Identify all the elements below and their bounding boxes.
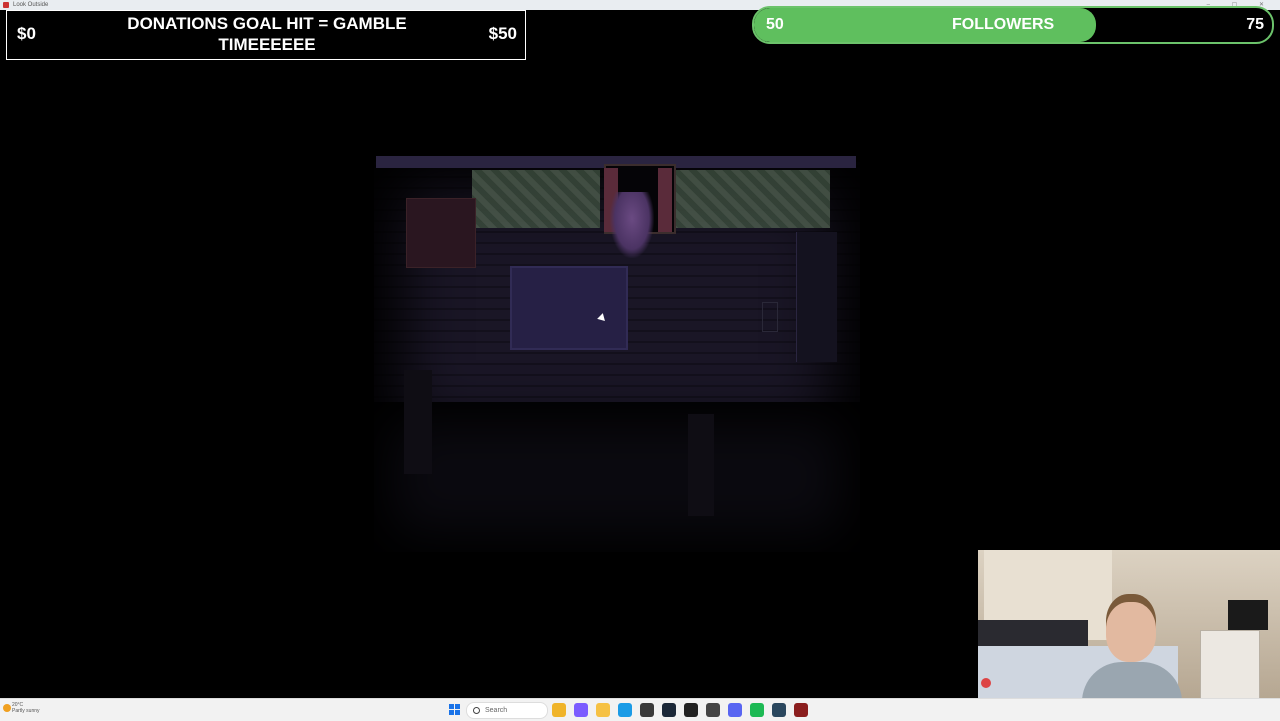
- taskbar-apps: [552, 703, 808, 717]
- window-title: Look Outside: [13, 2, 49, 8]
- terminal-icon[interactable]: [706, 703, 720, 717]
- pillar-left: [404, 370, 432, 474]
- steam-icon[interactable]: [662, 703, 676, 717]
- spotify-icon[interactable]: [750, 703, 764, 717]
- cabinet: [796, 232, 837, 362]
- follower-label: FOLLOWERS: [952, 16, 1055, 33]
- file-explorer-icon[interactable]: [552, 703, 566, 717]
- weather-widget[interactable]: 20°C Partly sunny: [12, 702, 40, 714]
- weather-desc: Partly sunny: [12, 708, 40, 714]
- donation-goal-text: DONATIONS GOAL HIT = GAMBLE TIMEEEEEE: [127, 14, 407, 54]
- pillar-right: [688, 414, 714, 516]
- taskbar-search[interactable]: Search: [466, 702, 548, 719]
- record-icon: [981, 678, 991, 688]
- game-viewport[interactable]: [364, 152, 870, 554]
- game-icon[interactable]: [794, 703, 808, 717]
- donation-goal-amount: $50: [488, 24, 517, 43]
- copilot-icon[interactable]: [574, 703, 588, 717]
- capcut-icon[interactable]: [684, 703, 698, 717]
- store-icon[interactable]: [640, 703, 654, 717]
- webcam-feed: [978, 550, 1280, 698]
- weather-icon[interactable]: [3, 704, 11, 712]
- app-icon: [3, 2, 9, 8]
- steam-alt-icon[interactable]: [772, 703, 786, 717]
- table: [510, 266, 628, 350]
- bedside-cabinet: [1200, 630, 1260, 698]
- search-icon: [473, 707, 480, 714]
- shelf: [406, 198, 476, 268]
- folder-icon[interactable]: [596, 703, 610, 717]
- tv: [1228, 600, 1268, 630]
- edge-icon[interactable]: [618, 703, 632, 717]
- discord-icon[interactable]: [728, 703, 742, 717]
- wallpaper-right: [670, 170, 830, 228]
- player-character: [610, 192, 654, 258]
- curtain-right: [658, 168, 672, 232]
- follower-goal-count: 75: [1246, 16, 1264, 33]
- room-lower-area: [374, 402, 860, 552]
- search-placeholder: Search: [485, 707, 508, 714]
- donation-current-amount: $0: [17, 24, 36, 43]
- taskbar: 20°C Partly sunny Search: [0, 698, 1280, 721]
- start-icon[interactable]: [449, 704, 460, 715]
- chair: [762, 302, 778, 332]
- follower-goal-overlay: 50 FOLLOWERS 75: [752, 6, 1274, 44]
- follower-current-count: 50: [766, 16, 784, 33]
- streamer-head: [1106, 602, 1156, 662]
- wallpaper-left: [472, 170, 600, 228]
- donation-goal-overlay: $0 DONATIONS GOAL HIT = GAMBLE TIMEEEEEE…: [6, 10, 526, 60]
